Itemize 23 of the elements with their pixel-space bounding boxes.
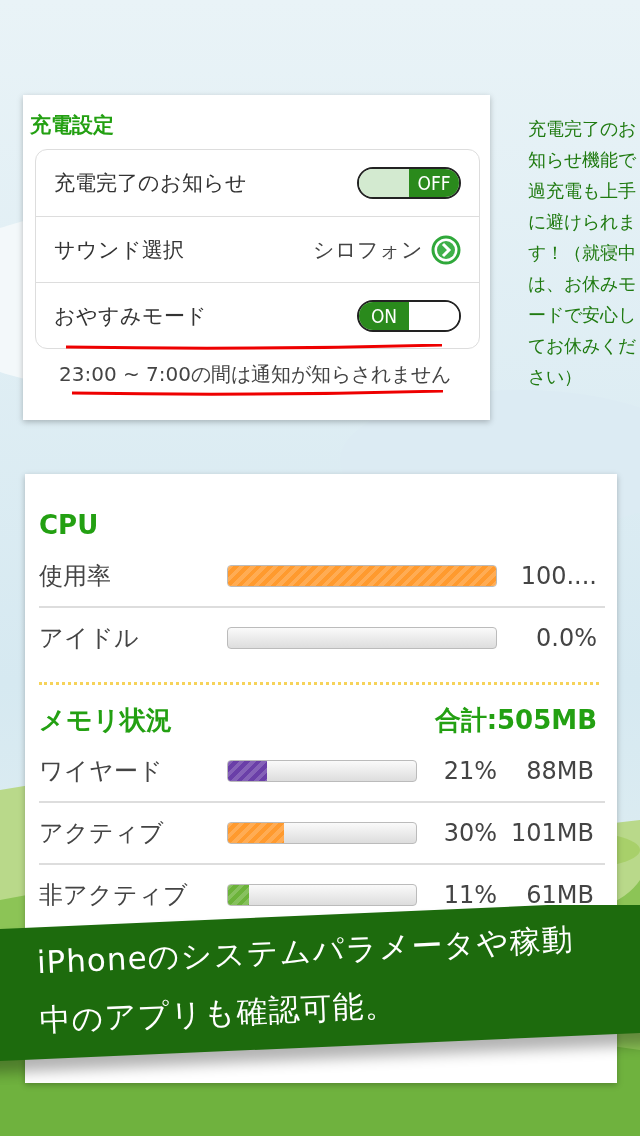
setting-value: シロフォン xyxy=(313,236,423,264)
stat-value: 100.... xyxy=(519,562,597,590)
memory-total: 合計:505MB xyxy=(434,703,597,737)
section-title: CPU xyxy=(39,510,99,540)
stat-label: 使用率 xyxy=(39,561,112,592)
section-title: 充電設定 xyxy=(30,112,115,139)
stat-value: 0.0% xyxy=(535,624,597,652)
chevron-circle-icon[interactable] xyxy=(431,234,461,265)
stat-value: 88MB xyxy=(525,757,594,785)
section-title: メモリ状況 xyxy=(39,703,172,737)
stat-label: アクティブ xyxy=(39,818,165,849)
setting-label: サウンド選択 xyxy=(54,236,184,264)
stat-percent: 30% xyxy=(442,819,497,847)
side-note: 充電完了のお知らせ機能で過充電も上手に避けられます！（就寝中は、お休みモードで安心してお休みください） xyxy=(528,117,636,389)
toggle-switch[interactable]: OFF xyxy=(357,167,461,199)
setting-label: おやすみモード xyxy=(54,302,207,330)
stat-value: 101MB xyxy=(510,819,594,847)
note-text: 23:00 ~ 7:00の間は通知が知らされません xyxy=(58,361,452,388)
toggle-switch[interactable]: ON xyxy=(357,299,461,332)
stat-label: ワイヤード xyxy=(39,756,164,787)
stat-percent: 21% xyxy=(442,757,497,785)
setting-label: 充電完了のお知らせ xyxy=(54,170,247,197)
stat-label: アイドル xyxy=(39,623,140,654)
